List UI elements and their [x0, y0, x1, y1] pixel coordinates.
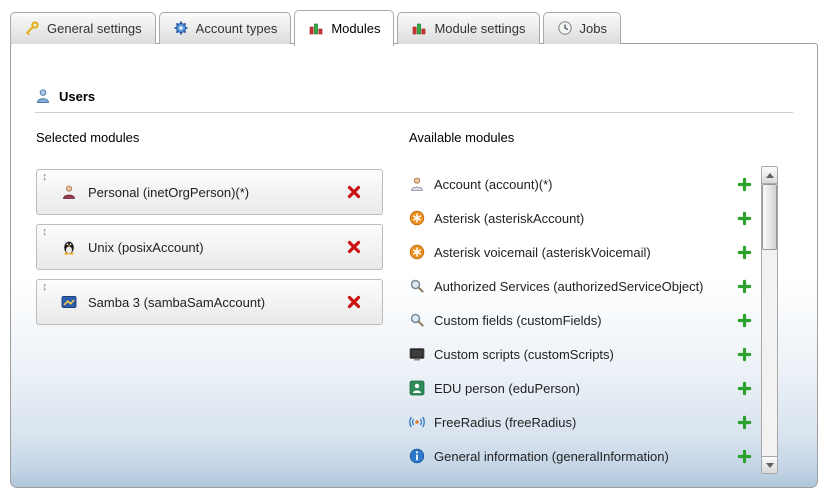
triangle-up-icon — [766, 173, 774, 178]
delete-icon[interactable] — [346, 294, 362, 310]
tab-label: General settings — [47, 21, 142, 36]
available-modules-scrollbar[interactable] — [761, 166, 778, 474]
available-module-edu-person: EDU person (eduPerson) — [409, 371, 754, 405]
add-icon[interactable] — [737, 347, 752, 362]
delete-icon[interactable] — [346, 184, 362, 200]
tab-label: Jobs — [580, 21, 607, 36]
tab-account-types[interactable]: Account types — [159, 12, 292, 44]
users-icon — [35, 88, 51, 104]
available-module-label: Account (account)(*) — [434, 177, 553, 192]
available-module-authorized-services: Authorized Services (authorizedServiceOb… — [409, 269, 754, 303]
lam-configuration-page: General settings Account types Modul — [0, 0, 830, 490]
available-module-custom-fields: Custom fields (customFields) — [409, 303, 754, 337]
users-section-header: Users — [35, 88, 793, 113]
delete-icon[interactable] — [346, 239, 362, 255]
drag-handle-icon[interactable]: ↕ — [42, 171, 48, 183]
add-icon[interactable] — [737, 279, 752, 294]
available-module-asterisk: Asterisk (asteriskAccount) — [409, 201, 754, 235]
scrollbar-thumb[interactable] — [762, 184, 777, 250]
available-module-label: General information (generalInformation) — [434, 449, 669, 464]
asterisk-icon — [409, 244, 425, 260]
drag-handle-icon[interactable]: ↕ — [42, 281, 48, 293]
tab-modules[interactable]: Modules — [294, 10, 394, 46]
selected-module-label: Personal (inetOrgPerson)(*) — [88, 185, 249, 200]
selected-modules-column: Selected modules ↕ Personal (inetOrgPers… — [36, 130, 383, 334]
info-icon — [409, 448, 425, 464]
add-icon[interactable] — [737, 449, 752, 464]
scroll-down-button[interactable] — [762, 456, 777, 473]
available-module-custom-scripts: Custom scripts (customScripts) — [409, 337, 754, 371]
clock-icon — [557, 20, 573, 36]
add-icon[interactable] — [737, 177, 752, 192]
modules-panel: Users Selected modules ↕ Personal (inetO… — [10, 43, 818, 488]
available-modules-title: Available modules — [409, 130, 754, 145]
available-module-asterisk-voicemail: Asterisk voicemail (asteriskVoicemail) — [409, 235, 754, 269]
available-module-account: Account (account)(*) — [409, 167, 754, 201]
triangle-down-icon — [766, 463, 774, 468]
magnifier-icon — [409, 312, 425, 328]
available-modules-column: Available modules Account (account)(*) — [409, 130, 754, 473]
selected-modules-title: Selected modules — [36, 130, 383, 145]
available-module-label: Asterisk (asteriskAccount) — [434, 211, 584, 226]
modules-blocks-icon — [411, 20, 427, 36]
available-module-label: Custom fields (customFields) — [434, 313, 602, 328]
personal-icon — [61, 184, 77, 200]
selected-module-label: Unix (posixAccount) — [88, 240, 204, 255]
modules-blocks-icon — [308, 20, 324, 36]
available-module-label: FreeRadius (freeRadius) — [434, 415, 576, 430]
section-title: Users — [59, 89, 95, 104]
wrench-icon — [24, 20, 40, 36]
gear-icon — [173, 20, 189, 36]
selected-module-samba[interactable]: ↕ Samba 3 (sambaSamAccount) — [36, 279, 383, 325]
add-icon[interactable] — [737, 245, 752, 260]
available-module-label: EDU person (eduPerson) — [434, 381, 580, 396]
tab-label: Account types — [196, 21, 278, 36]
samba-icon — [61, 294, 77, 310]
scroll-up-button[interactable] — [762, 167, 777, 184]
add-icon[interactable] — [737, 211, 752, 226]
wifi-icon — [409, 414, 425, 430]
selected-module-label: Samba 3 (sambaSamAccount) — [88, 295, 265, 310]
selected-module-unix[interactable]: ↕ Unix (posixAccount) — [36, 224, 383, 270]
tab-jobs[interactable]: Jobs — [543, 12, 621, 44]
tab-general-settings[interactable]: General settings — [10, 12, 156, 44]
tab-module-settings[interactable]: Module settings — [397, 12, 539, 44]
available-module-label: Custom scripts (customScripts) — [434, 347, 614, 362]
asterisk-icon — [409, 210, 425, 226]
available-module-freeradius: FreeRadius (freeRadius) — [409, 405, 754, 439]
add-icon[interactable] — [737, 313, 752, 328]
account-icon — [409, 176, 425, 192]
tab-bar: General settings Account types Modul — [10, 0, 621, 44]
tab-label: Module settings — [434, 21, 525, 36]
drag-handle-icon[interactable]: ↕ — [42, 226, 48, 238]
available-module-general-information: General information (generalInformation) — [409, 439, 754, 473]
add-icon[interactable] — [737, 415, 752, 430]
unix-tux-icon — [61, 239, 77, 255]
terminal-icon — [409, 346, 425, 362]
available-module-label: Asterisk voicemail (asteriskVoicemail) — [434, 245, 651, 260]
edu-person-icon — [409, 380, 425, 396]
tab-label: Modules — [331, 21, 380, 36]
magnifier-icon — [409, 278, 425, 294]
available-module-label: Authorized Services (authorizedServiceOb… — [434, 279, 704, 294]
selected-module-personal[interactable]: ↕ Personal (inetOrgPerson)(*) — [36, 169, 383, 215]
add-icon[interactable] — [737, 381, 752, 396]
